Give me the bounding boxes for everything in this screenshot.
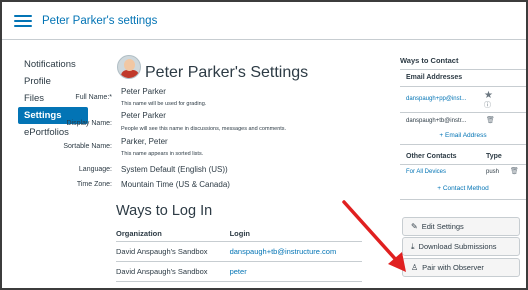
full-name-help: This name will be used for grading. — [121, 101, 207, 107]
annotation-arrow-icon — [342, 200, 406, 272]
table-row: David Anspaugh's Sandbox peter — [116, 261, 362, 282]
user-add-icon: ♙ — [411, 263, 419, 272]
other-contacts-header: Other Contacts — [406, 153, 457, 160]
divider — [400, 199, 526, 200]
contact-item[interactable]: For All Devices — [406, 169, 446, 175]
download-submissions-label: Download Submissions — [418, 242, 497, 251]
divider — [400, 112, 526, 113]
full-name-value: Peter Parker — [121, 87, 166, 96]
info-icon[interactable]: ⓘ — [484, 100, 491, 110]
divider — [400, 86, 526, 87]
contact-type: push — [486, 169, 500, 175]
organization-cell: David Anspaugh's Sandbox — [116, 241, 230, 262]
pair-with-observer-label: Pair with Observer — [422, 263, 484, 272]
display-name-help: People will see this name in discussions… — [121, 126, 287, 132]
nav-notifications[interactable]: Notifications — [18, 56, 88, 73]
page-title: Peter Parker's Settings — [145, 64, 309, 81]
trash-icon[interactable]: 🗑 — [510, 167, 519, 175]
top-bar: Peter Parker's settings — [2, 2, 526, 40]
language-value: System Default (English (US)) — [121, 165, 228, 174]
edit-settings-button[interactable]: ✎ Edit Settings — [402, 217, 520, 236]
pair-with-observer-button[interactable]: ♙ Pair with Observer — [402, 258, 520, 277]
download-submissions-button[interactable]: ⤓ Download Submissions — [402, 237, 520, 256]
email-item[interactable]: danspaugh+pp@inst... — [406, 96, 466, 102]
edit-settings-label: Edit Settings — [421, 222, 464, 231]
divider — [400, 144, 526, 145]
type-header: Type — [486, 153, 502, 160]
full-name-label: Full Name:* — [75, 94, 112, 101]
display-name-label: Display Name: — [66, 120, 112, 127]
sortable-name-help: This name appears in sorted lists. — [121, 151, 204, 157]
breadcrumb[interactable]: Peter Parker's settings — [42, 15, 157, 27]
time-zone-label: Time Zone: — [76, 181, 112, 188]
table-row: David Anspaugh's Sandbox danspaugh+tb@in… — [116, 241, 362, 262]
time-zone-value: Mountain Time (US & Canada) — [121, 180, 230, 189]
nav-profile[interactable]: Profile — [18, 73, 88, 90]
ways-to-contact-title: Ways to Contact — [400, 56, 459, 65]
sortable-name-label: Sortable Name: — [63, 143, 112, 150]
add-contact-link[interactable]: + Contact Method — [400, 185, 526, 192]
sortable-name-value: Parker, Peter — [121, 137, 168, 146]
email-item[interactable]: danspaugh+tb@instr... — [406, 118, 466, 124]
language-label: Language: — [78, 166, 112, 173]
avatar[interactable] — [117, 55, 141, 79]
divider — [400, 69, 526, 70]
display-name-value: Peter Parker — [121, 111, 166, 120]
divider — [400, 164, 526, 165]
trash-icon[interactable]: 🗑 — [486, 116, 495, 124]
add-email-link[interactable]: + Email Address — [400, 132, 526, 139]
hamburger-menu-icon[interactable] — [14, 14, 32, 27]
pencil-icon: ✎ — [411, 222, 418, 231]
logins-table: Organization Login David Anspaugh's Sand… — [116, 227, 362, 282]
organization-cell: David Anspaugh's Sandbox — [116, 261, 230, 282]
email-addresses-header: Email Addresses — [406, 74, 463, 81]
ways-to-log-in-title: Ways to Log In — [116, 203, 213, 219]
column-organization: Organization — [116, 227, 230, 242]
